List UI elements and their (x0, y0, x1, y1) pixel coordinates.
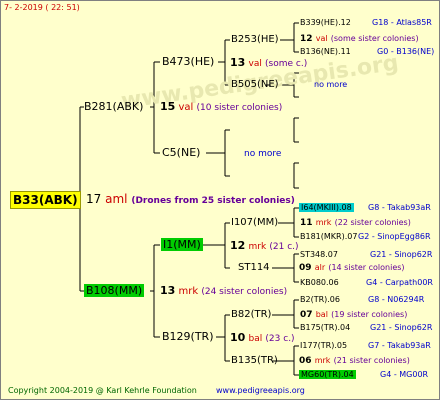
dam-sire-note: (21 c.) (269, 242, 299, 252)
b136-code: G0 - B136(NE) (377, 47, 435, 56)
root-info: 17 aml (Drones from 25 sister colonies) (86, 192, 295, 206)
sire-info: 15 val (10 sister colonies) (160, 100, 282, 113)
dam-sire-id: I1(MM) (161, 238, 203, 251)
sire-sire-info: 13 val (some c.) (230, 56, 307, 69)
dam-dam-note: (23 c.) (265, 334, 295, 344)
mg60-code: G4 - MG00R (380, 370, 429, 379)
sire-sire-id: B473(HE) (162, 55, 215, 68)
b339-code: G18 - Atlas85R (372, 18, 432, 27)
sire-sire-number: 13 (230, 56, 246, 69)
st114-info: 09 alr (14 sister colonies) (299, 262, 405, 273)
b175-id: B175(TR).04 (300, 323, 351, 332)
root-note: (Drones from 25 sister colonies) (131, 196, 295, 206)
st114-unit: alr (314, 263, 326, 272)
b253-id: B253(HE) (231, 34, 279, 45)
b505-id: B505(NE) (231, 79, 279, 90)
b253-mid-note: (some sister colonies) (330, 34, 419, 43)
i107-mid-unit: mrk (315, 218, 332, 227)
dam-dam-number: 10 (230, 331, 246, 344)
sire-number: 15 (160, 100, 176, 113)
b82-mid-note: (19 sister colonies) (331, 310, 408, 319)
footer-site-link[interactable]: www.pedigreeapis.org (216, 386, 305, 395)
b181-code: G2 - SinopEgg86R (358, 232, 431, 241)
root-queen-id: B33(ABK) (10, 191, 81, 209)
b181-id: B181(MKR).07 (300, 232, 358, 241)
dam-sire-number: 12 (230, 239, 246, 252)
st114-note: (14 sister colonies) (328, 263, 405, 272)
b2-id: B2(TR).06 (300, 295, 340, 304)
st114-id: ST114 (238, 262, 270, 273)
dam-note: (24 sister colonies) (201, 287, 288, 297)
b135-info: 06 mrk (21 sister colonies) (299, 355, 410, 366)
sire-note: (10 sister colonies) (196, 103, 283, 113)
dam-dam-info: 10 bal (23 c.) (230, 331, 295, 344)
kb080-code: G4 - Carpath00R (366, 278, 433, 287)
i177-code: G7 - Takab93aR (368, 341, 431, 350)
sire-sire-note: (some c.) (265, 59, 308, 69)
b136-id: B136(NE).11 (300, 47, 351, 56)
dam-sire-unit: mrk (248, 242, 267, 252)
root-unit: aml (105, 192, 128, 206)
b135-unit: mrk (314, 356, 331, 365)
i107-mid-note: (22 sister colonies) (334, 218, 411, 227)
dam-dam-unit: bal (248, 334, 263, 344)
b82-mid-info: 07 bal (19 sister colonies) (300, 309, 407, 320)
b253-mid-unit: val (315, 34, 328, 43)
footer-copyright: Copyright 2004-2019 @ Karl Kehrle Founda… (8, 386, 197, 395)
b505-note: no more (314, 80, 348, 89)
i107-mid-number: 11 (300, 218, 313, 228)
sire-id: B281(ABK) (84, 100, 144, 113)
b82-mid-unit: bal (315, 310, 328, 319)
b253-mid-number: 12 (300, 34, 313, 44)
b135-id: B135(TR) (231, 355, 278, 366)
dam-unit: mrk (178, 286, 199, 297)
header-date: 7- 2-2019 ( 22: 51) (4, 3, 80, 12)
root-number: 17 (86, 192, 102, 206)
b135-note: (21 sister colonies) (333, 356, 410, 365)
i64-id: I64(MKIII).08 (299, 203, 354, 212)
dam-dam-id: B129(TR) (162, 330, 214, 343)
i64-code: G8 - Takab93aR (368, 203, 431, 212)
sire-sire-unit: val (248, 59, 262, 69)
b82-id: B82(TR) (231, 309, 272, 320)
b253-mid-info: 12 val (some sister colonies) (300, 33, 419, 44)
b82-mid-number: 07 (300, 310, 313, 320)
mg60-id: MG60(TR).04 (299, 370, 356, 379)
sire-dam-id: C5(NE) (162, 146, 201, 159)
dam-sire-info: 12 mrk (21 c.) (230, 239, 299, 252)
b2-code: G8 - N06294R (368, 295, 425, 304)
dam-info: 13 mrk (24 sister colonies) (160, 284, 287, 297)
sire-unit: val (178, 102, 194, 113)
dam-number: 13 (160, 284, 176, 297)
b135-number: 06 (299, 356, 312, 366)
b175-code: G21 - Sinop62R (370, 323, 433, 332)
st348-code: G21 - Sinop62R (370, 250, 433, 259)
i107-id: I107(MM) (231, 217, 279, 228)
dam-id: B108(MM) (84, 284, 145, 297)
kb080-id: KB080.06 (300, 278, 339, 287)
st348-id: ST348.07 (300, 250, 338, 259)
sire-dam-note: no more (244, 149, 282, 159)
st114-number: 09 (299, 263, 312, 273)
i177-id: I177(TR).05 (300, 341, 348, 350)
i107-mid-info: 11 mrk (22 sister colonies) (300, 217, 411, 228)
b339-id: B339(HE).12 (300, 18, 351, 27)
